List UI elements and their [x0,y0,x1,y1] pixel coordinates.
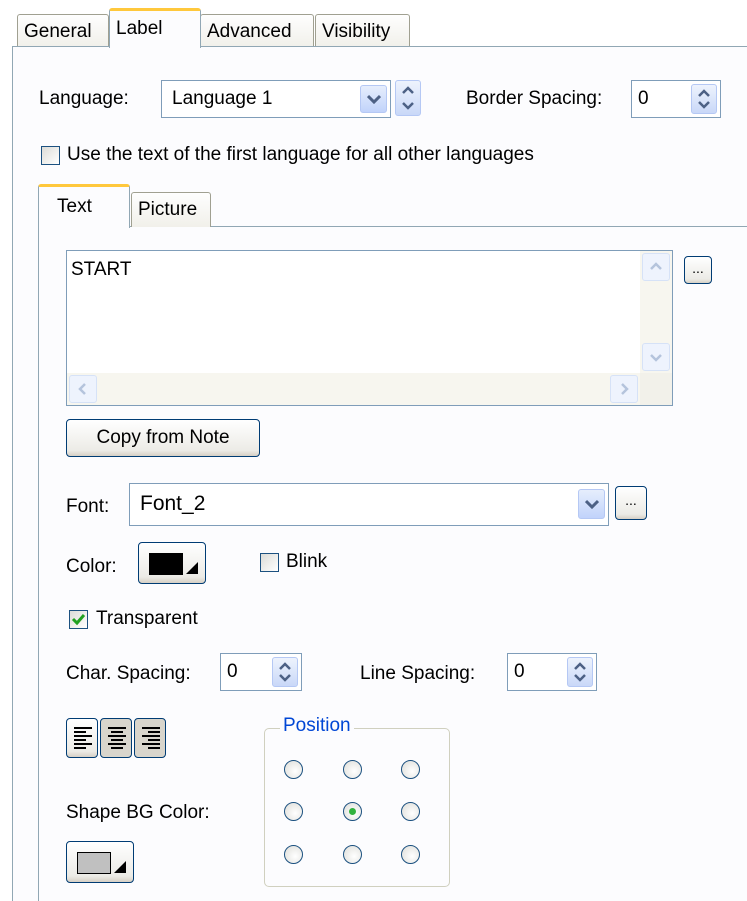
position-bottom-center-radio[interactable] [343,845,362,864]
label-text-value: START [71,259,132,280]
position-top-right-radio[interactable] [401,760,420,779]
dropdown-triangle-icon [114,861,126,873]
scroll-left-icon[interactable] [69,375,97,403]
use-first-language-label: Use the text of the first language for a… [67,144,534,165]
horizontal-scrollbar[interactable] [67,373,640,405]
tab-text[interactable]: Text [38,184,130,228]
tab-general[interactable]: General [17,14,109,47]
position-middle-left-radio[interactable] [284,802,303,821]
checkmark-icon [71,614,86,626]
color-label: Color: [66,556,117,577]
position-top-center-radio[interactable] [343,760,362,779]
border-spacing-spinner[interactable] [691,84,717,114]
tab-advanced[interactable]: Advanced [200,14,314,47]
left-align-icon [74,727,92,749]
chevron-down-icon[interactable] [360,85,387,113]
chevron-down-icon[interactable] [578,489,605,519]
transparent-checkbox[interactable] [69,610,88,629]
border-spacing-label: Border Spacing: [466,88,603,109]
center-align-icon [108,727,126,749]
blink-label: Blink [286,551,328,572]
position-middle-right-radio[interactable] [401,802,420,821]
use-first-language-checkbox[interactable] [41,146,60,165]
scroll-up-icon[interactable] [642,253,670,281]
char-spacing-spinner[interactable] [272,657,298,687]
shape-bg-color-label: Shape BG Color: [66,802,210,823]
vertical-scrollbar[interactable] [640,251,672,373]
language-value: Language 1 [172,88,273,109]
language-spin-button[interactable] [395,80,421,116]
language-label: Language: [39,88,129,109]
shape-bg-color-swatch [77,852,111,874]
shape-bg-color-button[interactable] [66,841,134,883]
position-bottom-left-radio[interactable] [284,845,303,864]
font-label: Font: [66,496,110,517]
scrollbar-corner [640,373,672,405]
dropdown-triangle-icon [186,562,198,574]
language-dropdown[interactable]: Language 1 [161,80,391,118]
char-spacing-label: Char. Spacing: [66,663,191,684]
font-dropdown[interactable]: Font_2 [129,483,609,526]
border-spacing-value: 0 [638,88,649,109]
border-spacing-input[interactable]: 0 [631,80,721,118]
line-spacing-input[interactable]: 0 [507,653,597,691]
position-middle-center-radio[interactable] [343,802,362,821]
label-text-area[interactable]: START [66,250,673,406]
line-spacing-value: 0 [514,661,525,682]
char-spacing-value: 0 [227,661,238,682]
text-ellipsis-button[interactable]: ... [684,256,712,284]
scroll-down-icon[interactable] [642,343,670,371]
right-align-button[interactable] [134,718,166,758]
transparent-label: Transparent [96,608,198,629]
scroll-right-icon[interactable] [610,375,638,403]
font-ellipsis-button[interactable]: ... [615,486,647,520]
line-spacing-spinner[interactable] [567,657,593,687]
center-align-button[interactable] [100,718,132,758]
blink-checkbox[interactable] [260,553,279,572]
position-legend: Position [280,715,354,737]
position-bottom-right-radio[interactable] [401,845,420,864]
color-swatch [149,553,183,575]
tab-label[interactable]: Label [109,8,201,48]
right-align-icon [142,727,160,749]
color-picker-button[interactable] [138,542,206,584]
tab-picture[interactable]: Picture [131,192,211,227]
tab-visibility[interactable]: Visibility [315,14,410,47]
line-spacing-label: Line Spacing: [360,663,476,684]
copy-from-note-button[interactable]: Copy from Note [66,419,260,457]
char-spacing-input[interactable]: 0 [220,653,302,691]
font-value: Font_2 [140,492,206,515]
position-top-left-radio[interactable] [284,760,303,779]
left-align-button[interactable] [66,718,98,758]
